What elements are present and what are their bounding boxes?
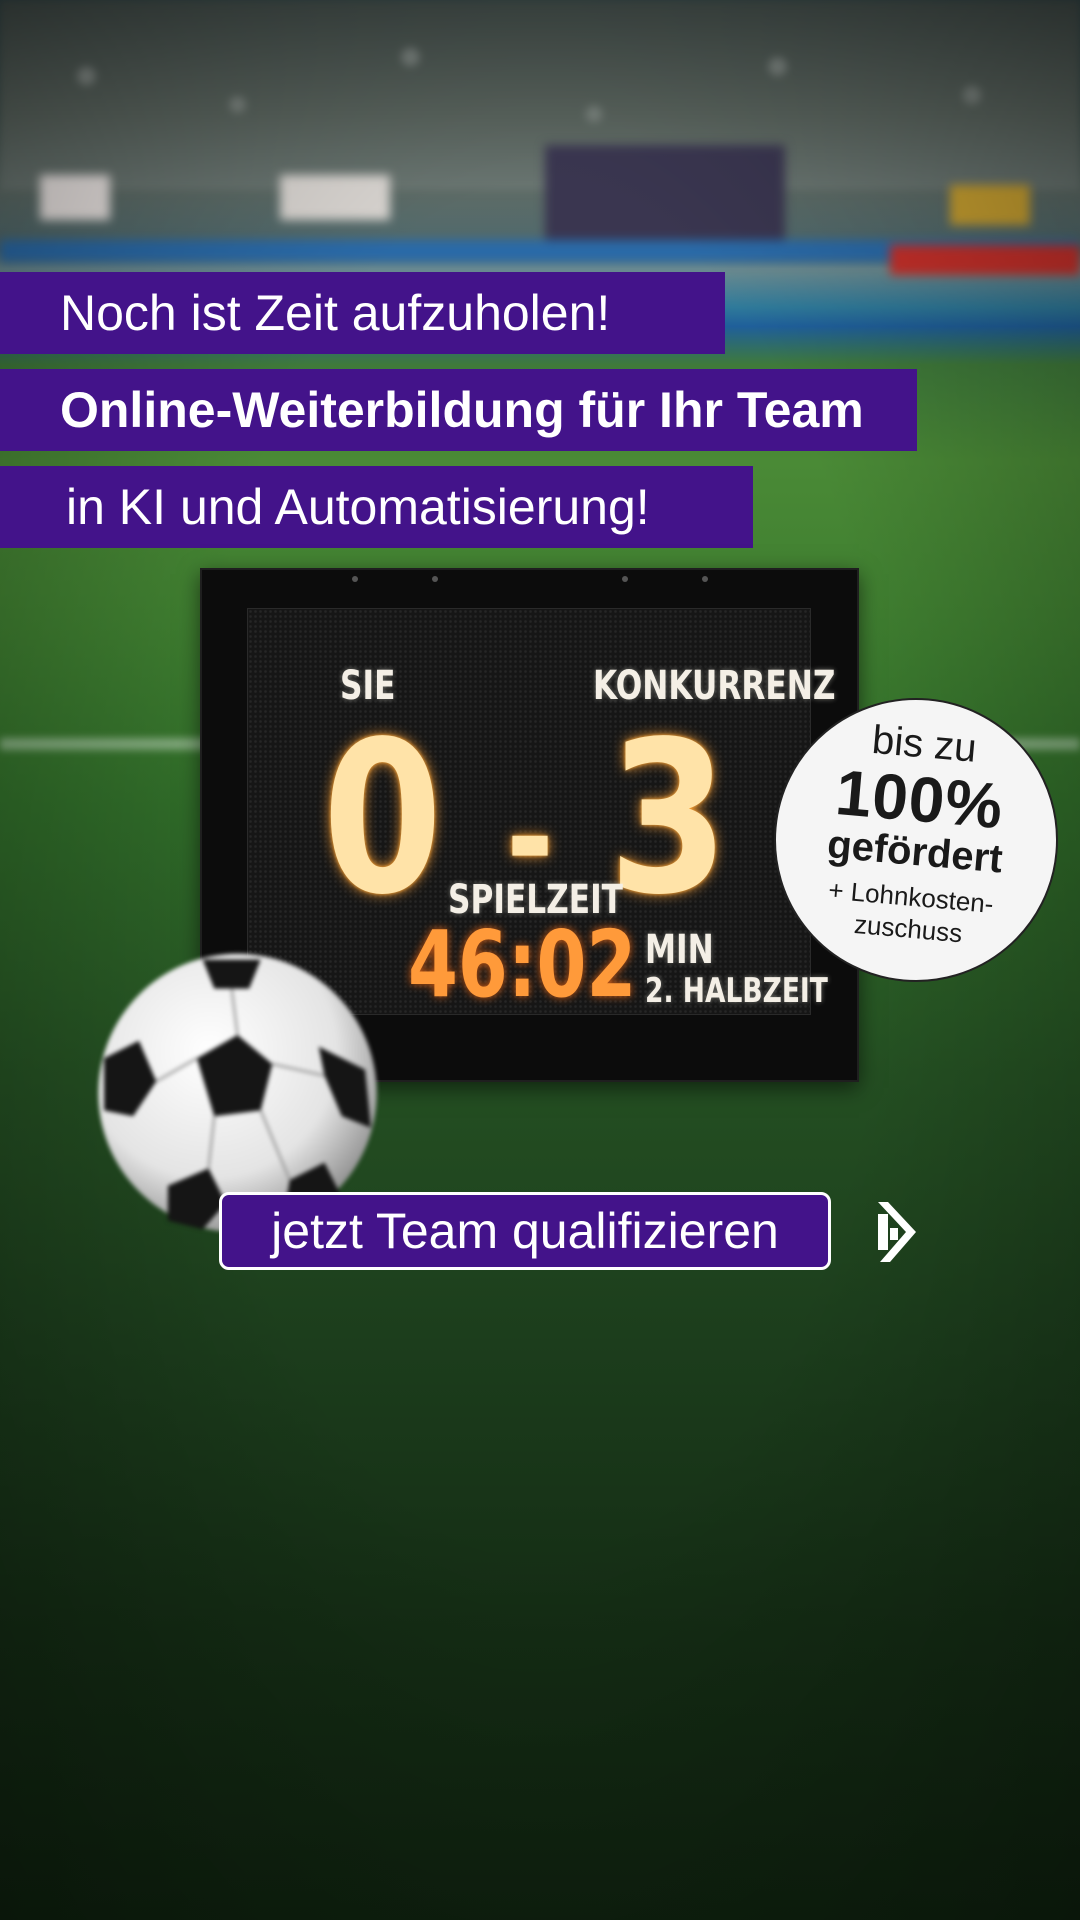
match-time: 46:02 <box>408 911 637 1018</box>
home-score: 0 <box>322 696 443 941</box>
headline-line-2: Online-Weiterbildung für Ihr Team <box>0 369 917 451</box>
brand-logo-icon <box>878 1202 916 1262</box>
ad-stage: Noch ist Zeit aufzuholen! Online-Weiterb… <box>0 0 1080 1920</box>
headline-line-1: Noch ist Zeit aufzuholen! <box>0 272 725 354</box>
opponent-score: 3 <box>608 696 729 941</box>
qualify-team-button[interactable]: jetzt Team qualifizieren <box>219 1192 831 1270</box>
stadium-advertising-boards <box>0 145 1080 275</box>
stadium-crowd-background <box>0 0 1080 190</box>
headline-line-3: in KI und Automatisierung! <box>0 466 753 548</box>
match-period: 2. HALBZEIT <box>645 971 828 1011</box>
time-unit: MIN <box>645 927 714 973</box>
